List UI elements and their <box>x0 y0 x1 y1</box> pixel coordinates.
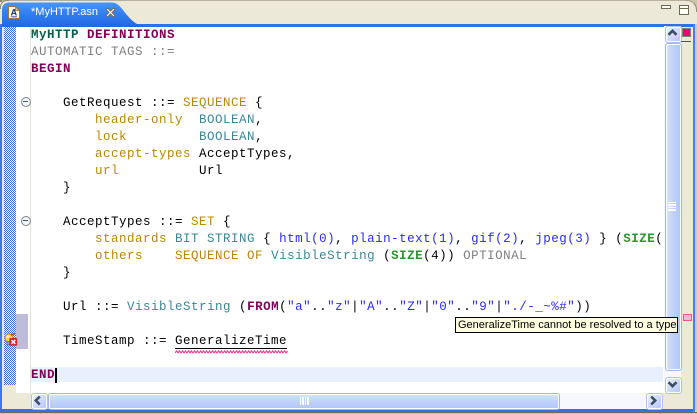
svg-text:A: A <box>11 8 18 18</box>
